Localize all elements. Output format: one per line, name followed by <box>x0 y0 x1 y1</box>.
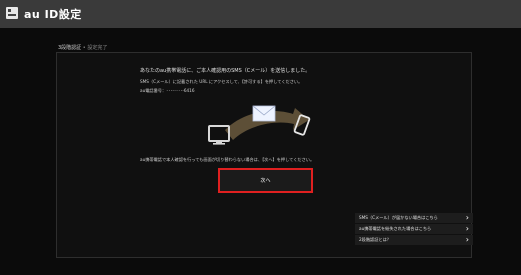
message-fallback: au携帯電話で本人確認を行っても画面が切り替わらない場合は、【次へ】を押してくだ… <box>140 157 315 162</box>
link-label: au携帯電話を紛失された場合はこちら <box>359 226 432 231</box>
step-breadcrumb: 3段階認証 • 設定完了 <box>58 44 107 51</box>
message-instruction: SMS（Cメール）に記載された URL にアクセスして、【許可する】を押してくだ… <box>140 79 303 84</box>
app-title: au ID設定 <box>24 8 82 21</box>
chevron-right-icon: › <box>465 235 469 244</box>
link-phone-lost[interactable]: au携帯電話を紛失された場合はこちら › <box>355 224 473 234</box>
link-sms-not-received[interactable]: SMS（Cメール）が届かない場合はこちら › <box>355 213 473 223</box>
step-next: 設定完了 <box>87 45 108 51</box>
link-about-2step[interactable]: 2段階認証とは？ › <box>355 235 473 245</box>
message-phone-number: au電話番号：･･･-････-6416 <box>140 88 195 93</box>
message-sms-sent: あなたのau携帯電話に、ご本人確認用のSMS（Cメール）を送信しました。 <box>140 68 311 74</box>
link-label: 2段階認証とは？ <box>359 237 391 242</box>
next-button[interactable]: 次へ <box>218 168 313 193</box>
title-bar: au ID設定 <box>0 0 521 28</box>
chevron-right-icon: › <box>465 213 469 222</box>
step-separator: • <box>82 45 86 51</box>
link-label: SMS（Cメール）が届かない場合はこちら <box>359 215 438 220</box>
settings-card-icon <box>6 7 18 19</box>
monitor-icon <box>208 125 230 145</box>
chevron-right-icon: › <box>465 224 469 233</box>
envelope-icon <box>252 105 276 122</box>
verification-illustration <box>208 105 311 145</box>
next-button-label: 次へ <box>260 178 271 184</box>
step-current: 3段階認証 <box>58 45 82 51</box>
help-links: SMS（Cメール）が届かない場合はこちら › au携帯電話を紛失された場合はこち… <box>355 213 473 246</box>
